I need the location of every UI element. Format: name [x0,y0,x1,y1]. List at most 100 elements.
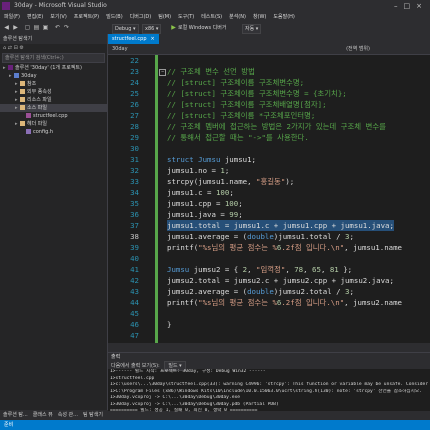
menu-item[interactable]: 보기(V) [50,14,67,20]
code-text: // [struct] 구조체이름 *구조체포인터명; [167,111,316,120]
solution-tree-item[interactable]: ▸ 솔루션 '30day' (1개 프로젝트) [0,64,107,72]
tree-item-label: structfeel.cpp [33,113,68,119]
code-line[interactable]: 36 jumsu1.java = 99; [108,209,430,220]
code-line[interactable]: 34 jumsu1.c = 100; [108,187,430,198]
menu-item[interactable]: 디버그(D) [130,14,152,20]
code-text: jumsu1.cpp = 100; [167,199,243,208]
line-number: 23 [130,67,139,76]
code-line[interactable]: 41 Jumsu jumsu2 = { 2, "임꺽정", 78, 65, 81 … [108,264,430,275]
code-line[interactable]: 40 [108,253,430,264]
code-line[interactable]: 47 [108,330,430,341]
code-line[interactable]: 31 struct Jumsu jumsu1; [108,154,430,165]
code-line[interactable]: 45 [108,308,430,319]
menu-item[interactable]: 분석(N) [229,14,246,20]
collapse-icon[interactable]: ⊟ [14,45,18,51]
code-line[interactable]: 35 jumsu1.cpp = 100; [108,198,430,209]
output-text[interactable]: 1>------ 빌드 시작: 프로젝트: 30day, 구성: Debug W… [108,369,430,415]
code-line[interactable]: 30 [108,143,430,154]
code-line[interactable]: 33 strcpy(jumsu1.name, "홍길동"); [108,176,430,187]
code-area[interactable]: 22 23 // 구조체 변수 선언 방법 − 24 // [struct] 구조체이름 … [108,55,430,343]
line-number: 24 [130,78,139,87]
output-line: ========== 빌드: 성공 1, 실패 0, 최신 0, 생략 0 ==… [110,408,258,413]
menu-item[interactable]: 프로젝트(P) [74,14,99,20]
play-icon[interactable]: ▶ [170,24,177,31]
menu-bar: 파일(F) 편집(E) 보기(V) 프로젝트(P) 빌드(B) 디버그(D) 팀(M) 도구(… [0,12,430,22]
tree-item-label: 30day [21,73,37,79]
code-line[interactable]: 28 // 구조체 멤버에 접근하는 방법은 2가지가 있는데 구조체 변수를 [108,121,430,132]
code-line[interactable]: 39 printf("%s님의 평균 점수는 %6.2f점 입니다.\n", ju… [108,242,430,253]
solution-tree-item[interactable]: config.h [0,128,107,136]
code-line[interactable]: 32 jumsu1.no = 1; [108,165,430,176]
code-text: // 구조체 변수 선언 방법 [167,67,255,76]
new-file-icon[interactable]: ▢ [24,24,31,31]
redo-icon[interactable]: ↷ [63,24,70,31]
menu-item[interactable]: 테스트(S) [201,14,222,20]
editor-scrollbar-horizontal[interactable] [108,343,430,350]
menu-item[interactable]: 편집(E) [27,14,43,20]
code-line[interactable]: 23 // 구조체 변수 선언 방법 − [108,66,430,77]
code-line[interactable]: 44 printf("%s님의 평균 점수는 %6.2f점 입니다.\n", ju… [108,297,430,308]
run-mode-dropdown[interactable]: 자동 ▾ [242,24,262,34]
bottom-tab[interactable]: 속성 관... [58,412,78,418]
solution-tree-item[interactable]: ▸ 헤더 파일 [0,120,107,128]
menu-item[interactable]: 창(W) [253,14,266,20]
back-icon[interactable]: ◀ [3,24,10,31]
code-line[interactable]: 46} [108,319,430,330]
solution-tree-item[interactable]: ▸ 외부 종속성 [0,88,107,96]
global-scope-dropdown[interactable]: (전역 범위) [346,44,370,54]
solution-tree-item[interactable]: ▸ 소스 파일 [0,104,107,112]
menu-item[interactable]: 빌드(B) [106,14,123,20]
properties-icon[interactable]: ⚙ [19,45,23,51]
minimize-icon[interactable]: – [394,2,404,10]
tree-item-label: 리소스 파일 [27,97,52,103]
code-line[interactable]: 27 // [struct] 구조체이름 *구조체포인터명; [108,110,430,121]
menu-item[interactable]: 도움말(H) [273,14,294,20]
code-line[interactable]: 42 jumsu2.total = jumsu2.c + jumsu2.cpp +… [108,275,430,286]
save-icon[interactable]: ▣ [42,24,49,31]
menu-item[interactable]: 팀(M) [158,14,171,20]
config-dropdown[interactable]: Debug ▾ [112,24,139,34]
solution-tree-item[interactable]: ▸ 30day [0,72,107,80]
code-line[interactable]: 43 jumsu2.average = (double)jumsu2.total … [108,286,430,297]
line-number: 28 [130,122,139,131]
status-bar: 준비 [0,420,430,430]
tab-label: structfeel.cpp [112,36,147,42]
maximize-icon[interactable]: □ [404,2,417,10]
code-line[interactable]: 24 // [struct] 구조체이름 구조체변수명; [108,77,430,88]
solution-tree-item[interactable]: ▸ 참조 [0,80,107,88]
menu-item[interactable]: 도구(T) [178,14,194,20]
visual-studio-logo-icon [2,2,10,10]
tab-structfeel-cpp[interactable]: structfeel.cpp × [108,34,159,44]
folder-icon [20,89,25,94]
forward-icon[interactable]: ▶ [12,24,19,31]
code-line[interactable]: 37 jumsu1.total = jumsu1.c + jumsu1.cpp +… [108,220,430,231]
run-debugger-button[interactable]: 로컬 Windows 디버거 [178,22,227,34]
line-number: 27 [130,111,139,120]
solution-tree-item[interactable]: structfeel.cpp [0,112,107,120]
cpp-file-icon [26,113,31,118]
solution-tree-item[interactable]: ▸ 리소스 파일 [0,96,107,104]
close-icon[interactable]: × [416,2,428,10]
close-tab-icon[interactable]: × [151,36,155,42]
bottom-tab[interactable]: 클래스 뷰 [33,412,53,418]
code-line[interactable]: 22 [108,55,430,66]
menu-item[interactable]: 파일(F) [4,14,20,20]
code-text: jumsu1.java = 99; [167,210,243,219]
fold-toggle-icon[interactable]: − [159,69,166,76]
project-scope-dropdown[interactable]: 30day [112,44,128,54]
platform-dropdown[interactable]: x86 ▾ [142,24,162,34]
code-line[interactable]: 26 // [struct] 구조체이름 구조체배열명[첨자]; [108,99,430,110]
home-icon[interactable]: ⌂ [3,45,6,51]
bottom-tab[interactable]: 팀 탐색기 [83,412,103,418]
undo-icon[interactable]: ↶ [54,24,61,31]
document-tabs: structfeel.cpp × [108,34,430,44]
tree-item-label: 외부 종속성 [27,89,52,95]
open-folder-icon[interactable]: ▤ [33,24,40,31]
code-line[interactable]: 29 // 통해서 접근할 때는 "->"를 사용한다. [108,132,430,143]
code-line[interactable]: 25 // [struct] 구조체이름 구조체변수명 = {초기치}; [108,88,430,99]
code-line[interactable]: 38 jumsu1.average = (double)jumsu1.total … [108,231,430,242]
code-text: printf("%s님의 평균 점수는 %6.2f점 입니다.\n", jums… [167,243,403,252]
bottom-tab[interactable]: 솔루션 탐... [3,412,28,418]
sync-icon[interactable]: ⇄ [8,45,12,51]
solution-search-input[interactable]: 솔루션 탐색기 검색(Ctrl+;) [2,53,105,63]
